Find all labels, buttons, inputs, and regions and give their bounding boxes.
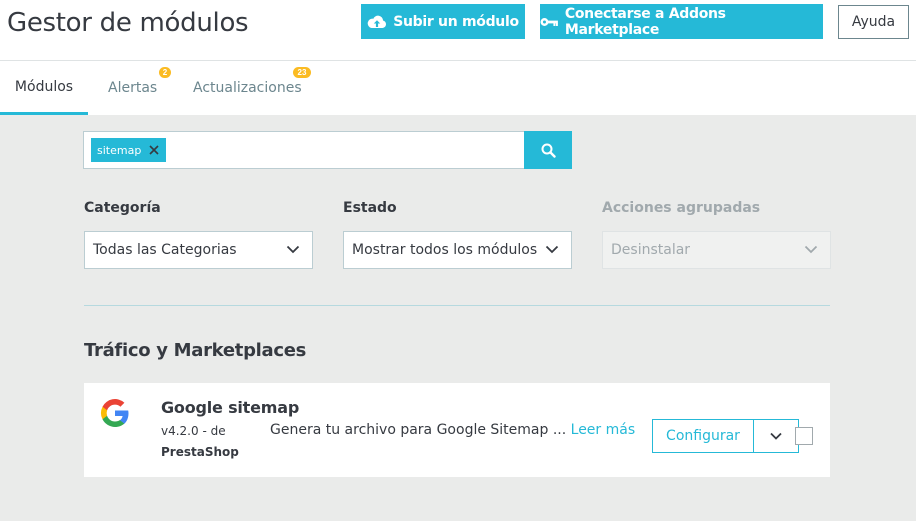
- upload-module-button[interactable]: Subir un módulo: [361, 4, 525, 39]
- updates-count-badge: 23: [293, 67, 311, 78]
- module-select-checkbox[interactable]: [795, 427, 813, 445]
- tab-alerts[interactable]: Alertas: [108, 61, 157, 115]
- status-select-value: Mostrar todos los módulos: [352, 242, 538, 258]
- module-author: PrestaShop: [161, 445, 239, 459]
- module-card: Google sitemap v4.2.0 - de PrestaShop Ge…: [84, 383, 830, 477]
- tab-updates-label: Actualizaciones: [193, 80, 302, 96]
- google-logo-icon: [101, 399, 129, 427]
- section-title: Tráfico y Marketplaces: [84, 340, 307, 361]
- module-description-text: Genera tu archivo para Google Sitemap ..…: [270, 422, 567, 438]
- tab-modules[interactable]: Módulos: [0, 61, 88, 115]
- configure-button[interactable]: Configurar: [652, 419, 754, 453]
- bulk-actions-select: Desinstalar: [602, 231, 831, 269]
- page-header: Gestor de módulos Subir un módulo Conect…: [0, 0, 916, 61]
- tab-updates[interactable]: Actualizaciones: [193, 61, 302, 115]
- bulk-actions-value: Desinstalar: [611, 242, 691, 258]
- tab-bar: Módulos Alertas Actualizaciones: [0, 61, 916, 115]
- tab-modules-label: Módulos: [14, 78, 74, 95]
- search-button[interactable]: [524, 131, 572, 169]
- status-label: Estado: [343, 200, 397, 216]
- category-label: Categoría: [84, 200, 161, 216]
- search-tag: sitemap: [91, 138, 167, 162]
- help-button[interactable]: Ayuda: [838, 5, 909, 39]
- module-actions-dropdown-button[interactable]: [753, 419, 799, 453]
- category-select-value: Todas las Categorias: [93, 242, 237, 258]
- search-input[interactable]: sitemap: [83, 131, 525, 169]
- chevron-down-icon: [545, 245, 559, 254]
- key-icon: [540, 17, 558, 26]
- upload-module-label: Subir un módulo: [393, 13, 519, 30]
- module-name: Google sitemap: [161, 398, 300, 417]
- category-select[interactable]: Todas las Categorias: [84, 231, 313, 269]
- close-icon[interactable]: [149, 145, 159, 155]
- chevron-down-icon: [770, 432, 782, 440]
- module-version: v4.2.0 - de: [161, 424, 226, 438]
- chevron-down-icon: [804, 245, 818, 254]
- tab-alerts-label: Alertas: [108, 80, 158, 96]
- search-icon: [541, 143, 556, 158]
- status-select[interactable]: Mostrar todos los módulos: [343, 231, 572, 269]
- bulk-actions-label: Acciones agrupadas: [602, 200, 761, 216]
- search-tag-label: sitemap: [97, 143, 142, 157]
- chevron-down-icon: [286, 245, 300, 254]
- page-title: Gestor de módulos: [7, 8, 249, 38]
- module-description: Genera tu archivo para Google Sitemap ..…: [270, 422, 635, 438]
- cloud-upload-icon: [367, 15, 387, 28]
- connect-marketplace-button[interactable]: Conectarse a Addons Marketplace: [540, 4, 823, 39]
- alerts-count-badge: 2: [159, 67, 171, 78]
- connect-marketplace-label: Conectarse a Addons Marketplace: [564, 5, 726, 38]
- divider: [84, 305, 830, 306]
- read-more-link[interactable]: Leer más: [571, 422, 636, 438]
